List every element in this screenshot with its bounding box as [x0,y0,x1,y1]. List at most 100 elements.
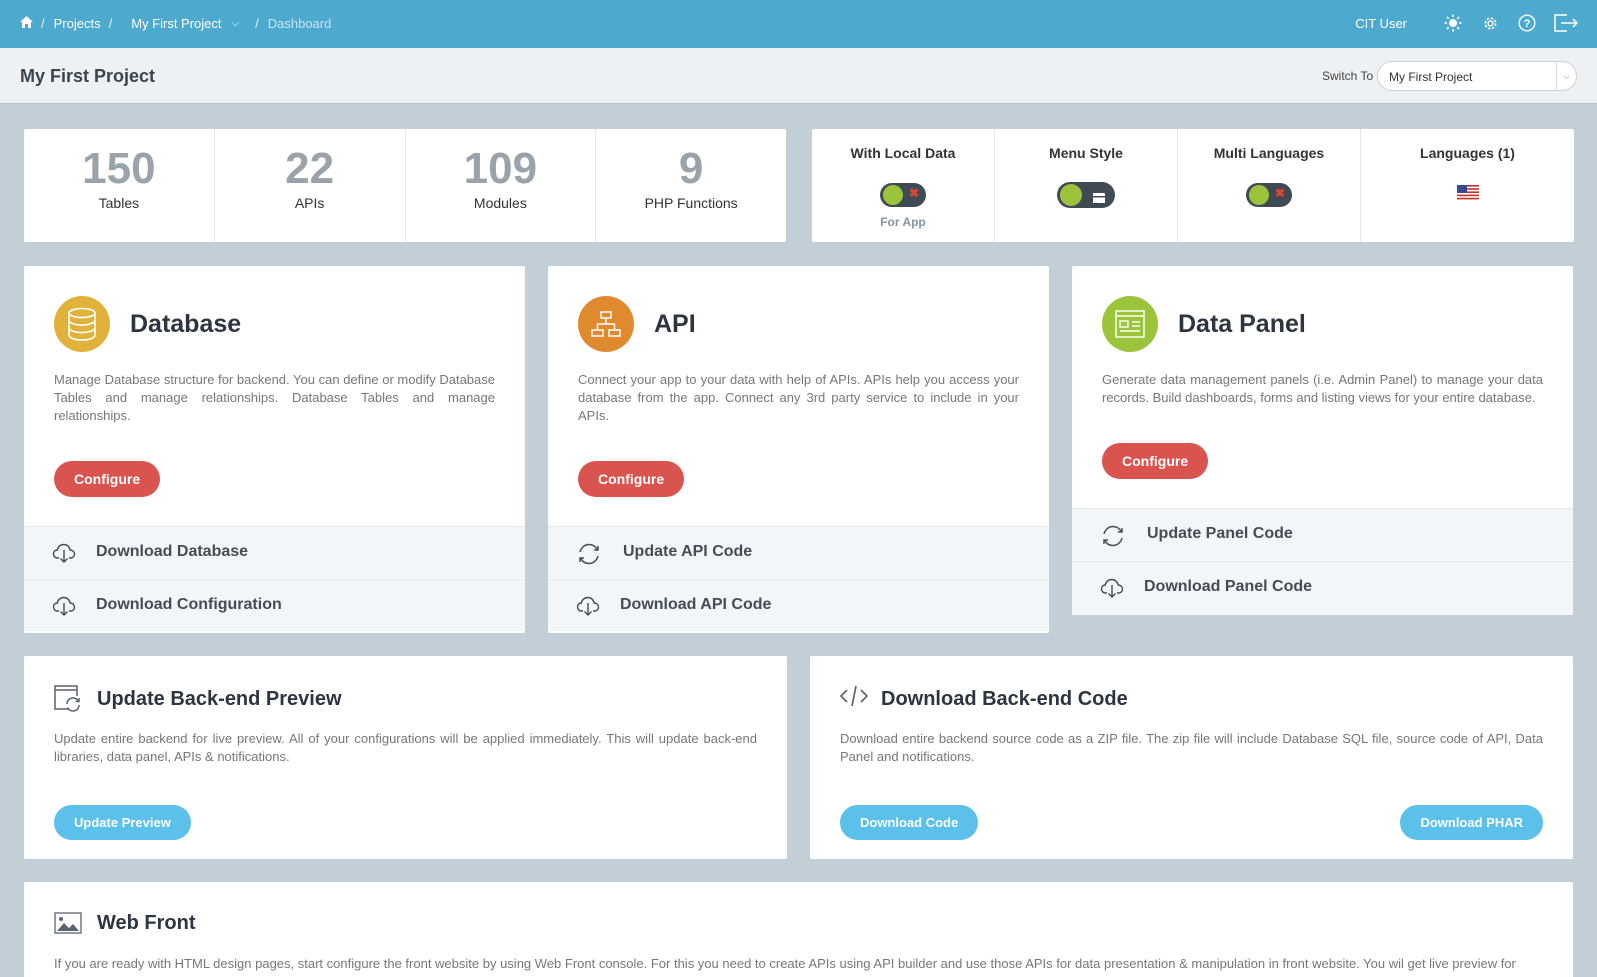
breadcrumb-project[interactable]: My First Project [131,16,221,31]
switch-to-label: Switch To [1322,69,1374,83]
card-description: Download entire backend source code as a… [840,731,1543,764]
project-switch-select[interactable]: My First Project ⌵ [1377,61,1577,91]
gear-icon[interactable] [1479,12,1501,34]
card-title: Data Panel [1178,310,1306,338]
sun-icon[interactable] [1442,12,1464,34]
stat-tables[interactable]: 150 Tables [24,129,215,242]
breadcrumb: / Projects / My First Project ⌵ / Dashbo… [20,16,331,31]
card-title: Download Back-end Code [881,688,1128,710]
chevron-down-icon[interactable]: ⌵ [1556,62,1576,90]
row-label: Update Panel Code [1147,525,1293,542]
cloud-download-icon [52,594,78,620]
stat-modules[interactable]: 109 Modules [406,129,597,242]
stat-php-functions[interactable]: 9 PHP Functions [596,129,786,242]
card-description: Generate data management panels (i.e. Ad… [1102,372,1543,405]
card-description: Manage Database structure for backend. Y… [54,372,495,423]
switch-knob [883,185,903,205]
row-label: Download API Code [620,596,772,613]
toggle-label: Menu Style [1049,145,1123,161]
row-label: Download Configuration [96,596,282,613]
database-icon [54,296,110,352]
database-card: Database Manage Database structure for b… [24,266,525,633]
database-configure-button[interactable]: Configure [54,461,161,497]
card-description: Update entire backend for live preview. … [54,731,757,764]
user-name[interactable]: CIT User [1355,16,1407,31]
stat-label: PHP Functions [644,195,738,211]
toggle-local-data: With Local Data ✖ For App [812,129,995,242]
breadcrumb-separator: / [108,16,113,31]
web-front-card: Web Front If you are ready with HTML des… [24,882,1573,977]
refresh-icon [576,541,602,567]
download-phar-button[interactable]: Download PHAR [1400,805,1543,840]
multi-languages-switch[interactable]: ✖ [1246,183,1292,207]
download-code-button[interactable]: Download Code [840,805,979,840]
close-icon: ✖ [908,186,919,200]
toggle-multi-languages: Multi Languages ✖ [1178,129,1361,242]
breadcrumb-separator: / [41,16,45,31]
chevron-down-icon[interactable]: ⌵ [232,18,240,29]
download-backend-card: Download Back-end Code Download entire b… [810,656,1573,859]
stat-value: 9 [678,144,704,193]
cloud-download-icon [576,594,602,620]
svg-text:?: ? [1524,18,1531,30]
update-panel-code-row[interactable]: Update Panel Code [1072,508,1573,560]
stat-value: 109 [463,144,538,193]
card-title: Database [130,310,242,338]
row-label: Download Database [96,543,249,560]
download-panel-code-row[interactable]: Download Panel Code [1072,561,1573,615]
switch-knob [1249,185,1269,205]
toggle-sublabel: For App [880,215,926,229]
help-icon[interactable]: ? [1516,12,1538,34]
api-card: API Connect your app to your data with h… [548,266,1049,633]
close-icon: ✖ [1274,186,1285,200]
row-label: Update API Code [623,543,753,560]
preview-refresh-icon [53,684,83,714]
breadcrumb-projects[interactable]: Projects [54,16,101,31]
switch-knob [1060,184,1082,206]
card-description: Connect your app to your data with help … [578,372,1019,423]
row-label: Download Panel Code [1144,578,1313,595]
local-data-switch[interactable]: ✖ [880,183,926,207]
stat-value: 150 [82,144,156,193]
stat-label: Modules [473,195,527,211]
card-title: Update Back-end Preview [97,688,342,710]
data-panel-configure-button[interactable]: Configure [1102,443,1209,479]
download-api-code-row[interactable]: Download API Code [548,579,1049,631]
stats-panel: 150 Tables 22 APIs 109 Modules 9 PHP Fun… [24,129,786,242]
stat-label: Tables [98,195,140,211]
code-icon [839,684,869,714]
toggle-label: With Local Data [850,145,956,161]
update-api-code-row[interactable]: Update API Code [548,526,1049,578]
update-preview-button[interactable]: Update Preview [54,805,191,840]
toggle-languages: Languages (1) [1361,129,1574,242]
breadcrumb-separator: / [255,16,259,31]
settings-panel: With Local Data ✖ For App Menu Style Mul… [812,129,1574,242]
refresh-icon [1100,523,1126,549]
card-description: If you are ready with HTML design pages,… [54,956,1516,971]
stat-label: APIs [294,195,325,211]
browser-window-icon [1102,296,1158,352]
download-database-row[interactable]: Download Database [24,526,525,578]
data-panel-card: Data Panel Generate data management pane… [1072,266,1573,615]
download-configuration-row[interactable]: Download Configuration [24,579,525,631]
page-title: My First Project [20,66,156,86]
menu-style-switch[interactable] [1057,182,1115,208]
stat-apis[interactable]: 22 APIs [215,129,406,242]
top-bar: / Projects / My First Project ⌵ / Dashbo… [0,0,1597,48]
toggle-label: Multi Languages [1213,145,1325,161]
toggle-label: Languages (1) [1420,145,1515,161]
cloud-download-icon [1100,576,1126,602]
menu-layout-icon [1093,190,1105,203]
image-icon [54,912,82,936]
stat-value: 22 [285,144,335,193]
sitemap-icon [578,296,634,352]
card-title: API [654,310,696,338]
project-switch-value: My First Project [1389,70,1473,84]
home-icon[interactable] [20,16,33,31]
card-title: Web Front [97,912,196,934]
us-flag-icon[interactable] [1456,185,1479,201]
api-configure-button[interactable]: Configure [578,461,685,497]
logout-icon[interactable] [1553,12,1579,34]
cloud-download-icon [52,541,78,567]
update-preview-card: Update Back-end Preview Update entire ba… [24,656,787,859]
